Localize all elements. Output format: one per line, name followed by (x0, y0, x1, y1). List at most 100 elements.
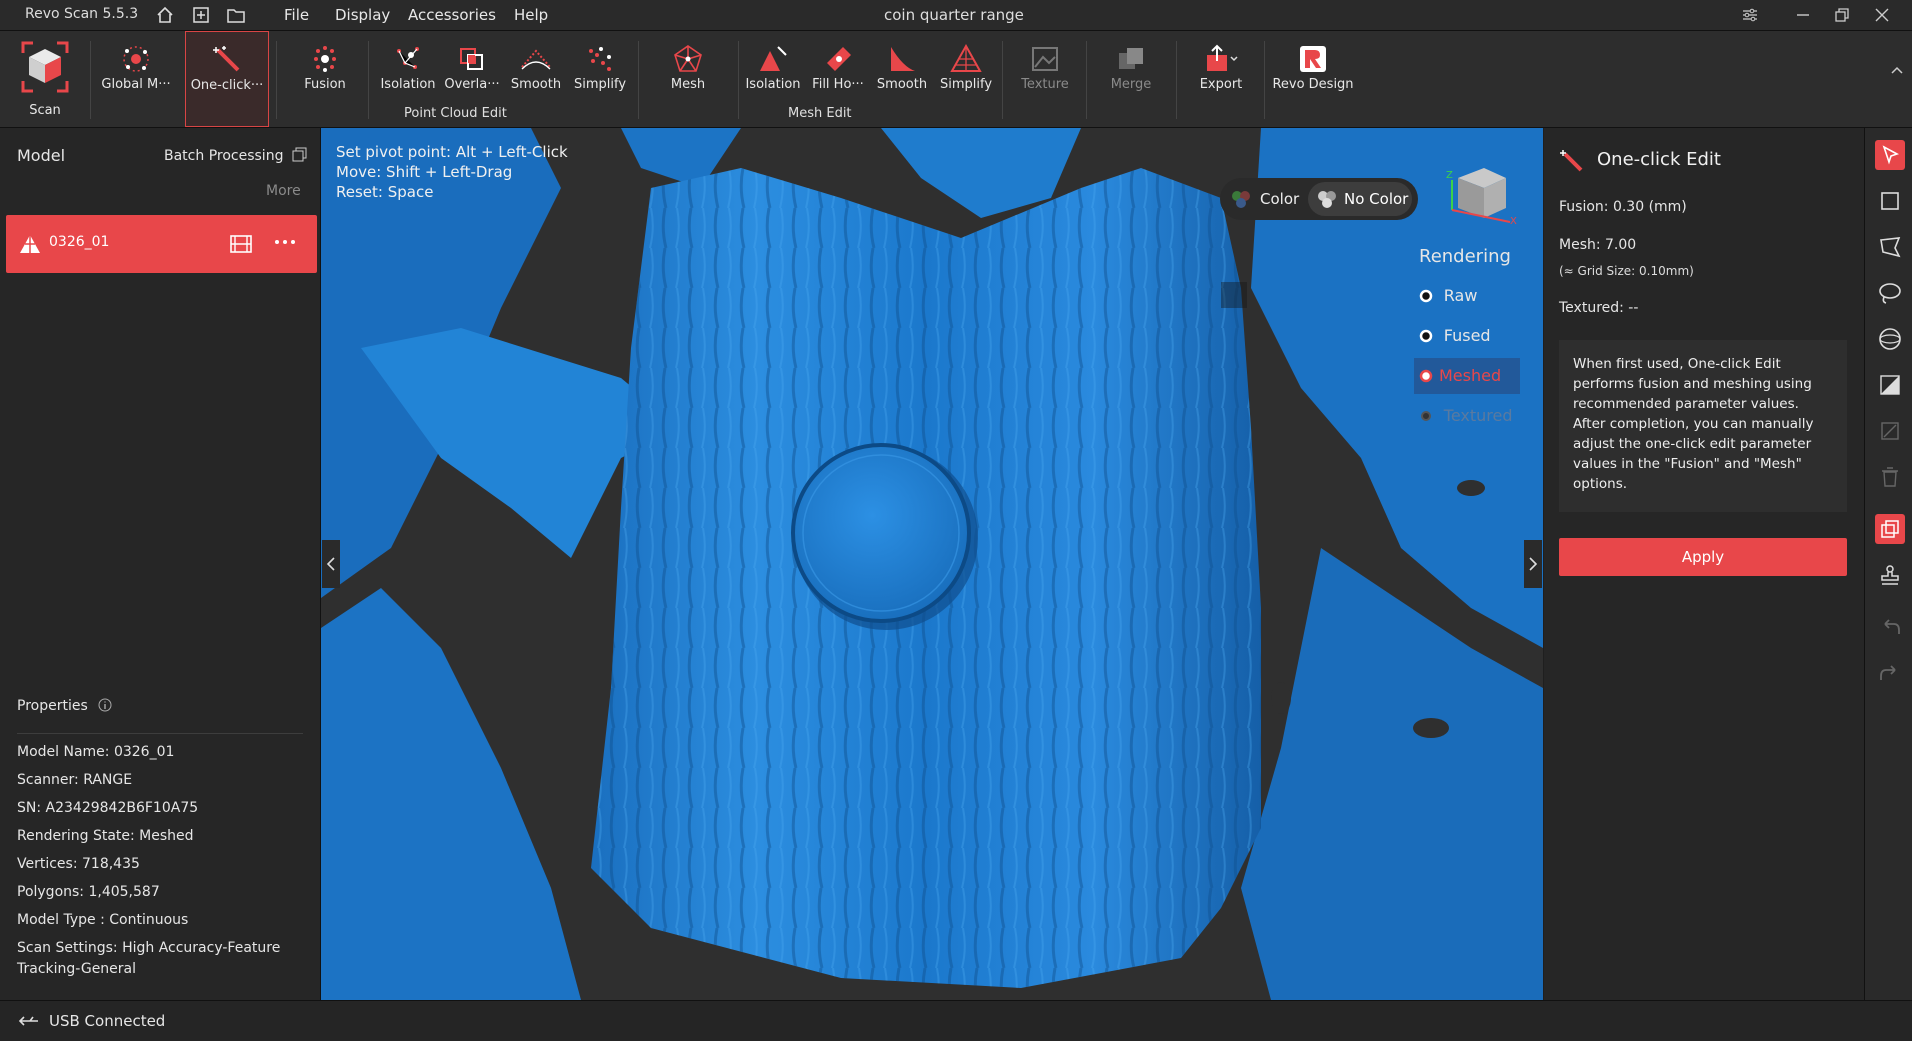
mesh-edit-group-label: Mesh Edit (788, 106, 852, 121)
menu-help[interactable]: Help (514, 6, 548, 24)
mesh-simplify-label: Simplify (939, 77, 993, 92)
viewport-spacer (1221, 282, 1247, 308)
color-label: Color (1260, 190, 1300, 208)
menu-file[interactable]: File (284, 6, 309, 24)
one-click-edit-button[interactable]: One-click··· (185, 31, 269, 127)
select-tool-button[interactable] (1875, 140, 1905, 170)
mesh-icon (674, 45, 702, 72)
mesh-smooth-label: Smooth (876, 77, 928, 92)
prop-vertices: Vertices: 718,435 (17, 856, 140, 872)
open-folder-icon[interactable] (226, 6, 246, 24)
collapse-left-panel-button[interactable] (322, 540, 340, 588)
more-link[interactable]: More (266, 183, 301, 199)
fill-holes-icon (827, 47, 851, 71)
model-panel: Model Batch Processing More 0326_01 Prop… (0, 128, 321, 1000)
sphere-select-button[interactable] (1875, 324, 1905, 354)
fusion-value: Fusion: 0.30 (mm) (1559, 199, 1687, 215)
home-icon[interactable] (156, 6, 174, 24)
texture-button[interactable]: Texture (1012, 31, 1078, 127)
batch-icon (292, 147, 307, 162)
scan-icon (21, 41, 69, 93)
prop-scan-settings: Scan Settings: High Accuracy-Feature (17, 940, 281, 956)
mesh-value: Mesh: 7.00 (1559, 237, 1637, 253)
fusion-icon (314, 46, 336, 72)
revo-design-label: Revo Design (1272, 77, 1354, 92)
revo-design-button[interactable]: Revo Design (1270, 31, 1356, 127)
view-mode-button[interactable] (1875, 514, 1905, 544)
color-mode-toggle[interactable]: Color No Color (1220, 178, 1418, 220)
fusion-label: Fusion (304, 77, 346, 92)
merge-button[interactable]: Merge (1098, 31, 1164, 127)
pc-simplify-button[interactable]: Simplify (568, 31, 632, 127)
polygon-select-button[interactable] (1875, 232, 1905, 262)
restore-icon[interactable] (1834, 7, 1850, 23)
polygon-select-icon (1880, 237, 1901, 258)
mesh-label: Mesh (670, 77, 706, 92)
collapse-toolbar-icon[interactable] (1890, 63, 1904, 77)
side-toolbar (1864, 128, 1912, 1000)
model-name: 0326_01 (49, 234, 110, 250)
toolbar: Scan Global M··· One-click··· Fusion Iso… (0, 31, 1912, 128)
redo-button (1875, 658, 1905, 688)
svg-text:Z: Z (1446, 170, 1453, 181)
apply-button[interactable]: Apply (1559, 538, 1847, 576)
prop-model-type: Model Type : Continuous (17, 912, 189, 928)
export-label: Export (1199, 77, 1243, 92)
pc-smooth-button[interactable]: Smooth (504, 31, 568, 127)
properties-header: Properties (17, 698, 112, 714)
undo-icon (1884, 619, 1900, 634)
title-bar: Revo Scan 5.5.3 File Display Accessories… (0, 0, 1912, 31)
rendering-meshed[interactable]: Meshed (1414, 358, 1520, 394)
global-marker-label: Global M··· (101, 77, 171, 92)
batch-processing-button[interactable]: Batch Processing (164, 147, 307, 164)
rect-select-button[interactable] (1875, 186, 1905, 216)
layers-icon (1881, 520, 1899, 538)
svg-text:X: X (1510, 216, 1517, 227)
rendering-fused[interactable]: Fused (1419, 326, 1491, 345)
overlap-label: Overla··· (444, 77, 500, 92)
no-color-option[interactable]: No Color (1308, 182, 1412, 216)
prop-polygons: Polygons: 1,405,587 (17, 884, 160, 900)
plane-cut-button[interactable] (1875, 370, 1905, 400)
new-project-icon[interactable] (192, 6, 210, 24)
lasso-icon (1879, 283, 1901, 304)
color-option[interactable]: Color (1226, 183, 1304, 215)
export-button[interactable]: Export (1186, 31, 1256, 127)
magic-wand-icon (1560, 150, 1583, 172)
view-cube-icon[interactable]: Z X (1440, 160, 1520, 230)
menu-accessories[interactable]: Accessories (408, 6, 496, 24)
mesh-smooth-button[interactable]: Smooth (870, 31, 934, 127)
texture-label: Texture (1021, 77, 1069, 92)
prop-scanner: Scanner: RANGE (17, 772, 133, 788)
minimize-icon[interactable] (1795, 7, 1811, 23)
3d-viewport[interactable]: Set pivot point: Alt + Left-Click Move: … (321, 128, 1543, 1000)
menu-display[interactable]: Display (335, 6, 390, 24)
grid-size: (≈ Grid Size: 0.10mm) (1559, 264, 1694, 278)
rendering-raw[interactable]: Raw (1419, 286, 1477, 305)
prop-model-name: Model Name: 0326_01 (17, 744, 175, 760)
stamp-button[interactable] (1875, 560, 1905, 590)
stamp-icon (1881, 565, 1899, 585)
close-icon[interactable] (1874, 7, 1890, 23)
info-icon[interactable] (98, 698, 112, 712)
film-icon[interactable] (229, 234, 253, 254)
collapse-right-panel-button[interactable] (1524, 540, 1542, 588)
more-options-icon[interactable] (274, 237, 296, 247)
radio-icon (1419, 329, 1433, 343)
lasso-select-button[interactable] (1875, 278, 1905, 308)
mesh-button[interactable]: Mesh (656, 31, 720, 127)
fusion-button[interactable]: Fusion (290, 31, 360, 127)
mesh-isolation-icon (760, 46, 787, 71)
pc-isolation-label: Isolation (380, 77, 436, 92)
settings-sliders-icon[interactable] (1742, 7, 1758, 23)
scan-button[interactable]: Scan (6, 31, 84, 127)
mesh-simplify-button[interactable]: Simplify (934, 31, 998, 127)
mesh-smooth-icon (891, 47, 915, 71)
revo-design-icon (1300, 46, 1326, 72)
radio-disabled-icon (1421, 411, 1431, 421)
batch-processing-label: Batch Processing (164, 148, 284, 164)
prop-scan-settings-cont: Tracking-General (17, 961, 137, 977)
global-marker-button[interactable]: Global M··· (96, 31, 176, 127)
model-list-item[interactable]: 0326_01 (6, 215, 317, 273)
redo-icon (1880, 665, 1896, 680)
